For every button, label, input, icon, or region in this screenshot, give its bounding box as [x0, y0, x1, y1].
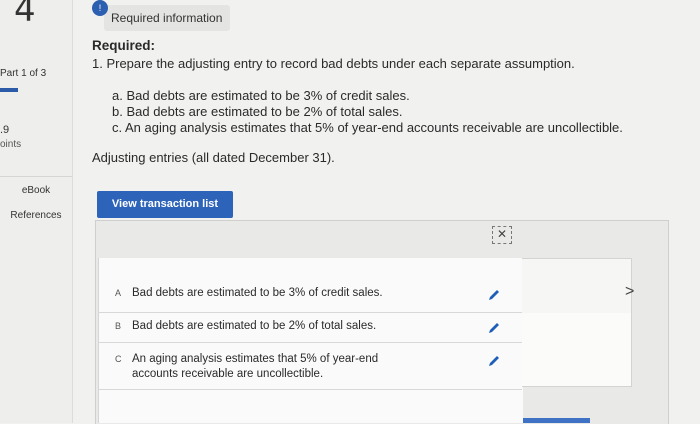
expand-icon[interactable]: ✕	[492, 226, 512, 244]
points-value: .9	[0, 124, 10, 136]
pencil-icon[interactable]	[487, 288, 501, 302]
assumption-c: c. An aging analysis estimates that 5% o…	[112, 120, 623, 135]
part-progress-bar	[0, 88, 18, 92]
pencil-icon[interactable]	[487, 321, 501, 335]
entry-letter: C	[115, 354, 122, 364]
references-link[interactable]: References	[0, 210, 72, 221]
sidebar-divider	[0, 176, 72, 177]
ebook-link[interactable]: eBook	[0, 185, 72, 196]
question-number: 4	[14, 0, 36, 30]
points-label: oints	[0, 139, 22, 150]
row-divider	[98, 312, 522, 313]
pencil-icon[interactable]	[487, 354, 501, 368]
required-title: Required:	[92, 38, 156, 53]
assumption-b: b. Bad debts are estimated to be 2% of t…	[112, 104, 403, 119]
row-divider	[98, 342, 522, 343]
entry-description: Bad debts are estimated to be 2% of tota…	[132, 320, 377, 332]
entry-description: An aging analysis estimates that 5% of y…	[132, 353, 379, 380]
question-sidebar: 4 Part 1 of 3 .9 oints eBook References	[0, 0, 73, 423]
info-alert-icon: !	[92, 0, 108, 16]
adjusting-entries-note: Adjusting entries (all dated December 31…	[92, 150, 335, 165]
assumption-a: a. Bad debts are estimated to be 3% of c…	[112, 88, 410, 103]
required-information-tab[interactable]: Required information	[104, 5, 230, 31]
entry-detail-box	[522, 258, 632, 315]
part-indicator: Part 1 of 3	[0, 68, 47, 79]
instruction-text: 1. Prepare the adjusting entry to record…	[92, 56, 575, 71]
entry-detail-box-lower	[522, 313, 632, 387]
next-chevron-icon[interactable]: >	[625, 283, 634, 301]
entry-letter: B	[115, 321, 122, 331]
entry-description: Bad debts are estimated to be 3% of cred…	[132, 287, 383, 299]
view-transaction-list-button[interactable]: View transaction list	[97, 191, 233, 218]
row-divider	[98, 389, 522, 390]
transaction-list	[98, 258, 523, 423]
entry-letter: A	[115, 288, 122, 298]
record-entry-button[interactable]	[523, 418, 590, 423]
